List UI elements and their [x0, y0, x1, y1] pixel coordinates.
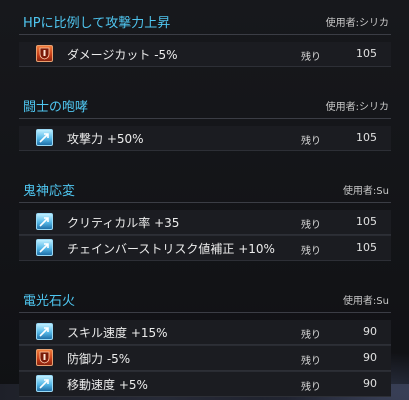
buff-row[interactable]: 防御力 -5% 残り 90: [19, 345, 391, 371]
remaining-label: 残り: [301, 52, 321, 63]
buff-name: 防御力 -5%: [67, 352, 131, 366]
buff-row[interactable]: クリティカル率 +35 残り 105: [19, 210, 391, 235]
remaining-value: 90: [363, 325, 377, 338]
buff-name: ダメージカット -5%: [67, 48, 178, 62]
remaining-value: 105: [356, 215, 377, 228]
group-title: 闘士の咆哮: [23, 100, 89, 115]
remaining-label: 残り: [301, 220, 321, 231]
debuff-shield-icon: [36, 349, 53, 366]
remaining-value: 90: [363, 377, 377, 390]
buff-arrow-icon: [36, 323, 53, 340]
buff-row[interactable]: チェインバーストリスク値補正 +10% 残り 105: [19, 235, 391, 261]
buff-row[interactable]: ダメージカット -5% 残り 105: [19, 42, 391, 67]
buff-arrow-icon: [36, 375, 53, 392]
remaining-value: 105: [356, 241, 377, 254]
buff-name: 攻撃力 +50%: [67, 132, 144, 146]
buff-row[interactable]: スキル速度 +15% 残り 90: [19, 320, 391, 345]
group-header: HPに比例して攻撃力上昇 使用者:シリカ: [19, 8, 391, 35]
buff-arrow-icon: [36, 213, 53, 230]
remaining-label: 残り: [301, 136, 321, 147]
buff-row[interactable]: 移動速度 +5% 残り 90: [19, 371, 391, 397]
buff-row[interactable]: 攻撃力 +50% 残り 105: [19, 126, 391, 151]
remaining-label: 残り: [301, 356, 321, 367]
group-title: HPに比例して攻撃力上昇: [23, 16, 171, 31]
buff-arrow-icon: [36, 129, 53, 146]
buff-group-warrior-roar: 闘士の咆哮 使用者:シリカ 攻撃力 +50% 残り 105: [19, 92, 391, 151]
group-user: 使用者:シリカ: [325, 18, 389, 29]
group-user: 使用者:Su: [342, 186, 389, 197]
debuff-shield-icon: [36, 45, 53, 62]
remaining-value: 90: [363, 351, 377, 364]
remaining-label: 残り: [301, 382, 321, 393]
buff-group-kishin-ouhen: 鬼神応変 使用者:Su クリティカル率 +35 残り 105 チェインバーストリ…: [19, 176, 391, 261]
group-user: 使用者:Su: [342, 296, 389, 307]
buff-name: クリティカル率 +35: [67, 216, 180, 230]
remaining-label: 残り: [301, 330, 321, 341]
group-header: 闘士の咆哮 使用者:シリカ: [19, 92, 391, 119]
group-header: 電光石火 使用者:Su: [19, 286, 391, 313]
buff-name: 移動速度 +5%: [67, 378, 148, 392]
group-title: 電光石火: [23, 294, 76, 309]
remaining-value: 105: [356, 131, 377, 144]
group-user: 使用者:シリカ: [325, 102, 389, 113]
buff-group-hp-attack: HPに比例して攻撃力上昇 使用者:シリカ ダメージカット -5% 残り 105: [19, 8, 391, 67]
group-title: 鬼神応変: [23, 184, 76, 199]
remaining-label: 残り: [301, 246, 321, 257]
buff-arrow-icon: [36, 239, 53, 256]
remaining-value: 105: [356, 47, 377, 60]
buff-list-panel: HPに比例して攻撃力上昇 使用者:シリカ ダメージカット -5% 残り 105 …: [0, 0, 409, 400]
buff-group-denkou-sekka: 電光石火 使用者:Su スキル速度 +15% 残り 90 防御力 -5% 残り …: [19, 286, 391, 397]
group-header: 鬼神応変 使用者:Su: [19, 176, 391, 203]
buff-name: スキル速度 +15%: [67, 326, 168, 340]
buff-name: チェインバーストリスク値補正 +10%: [67, 242, 275, 256]
